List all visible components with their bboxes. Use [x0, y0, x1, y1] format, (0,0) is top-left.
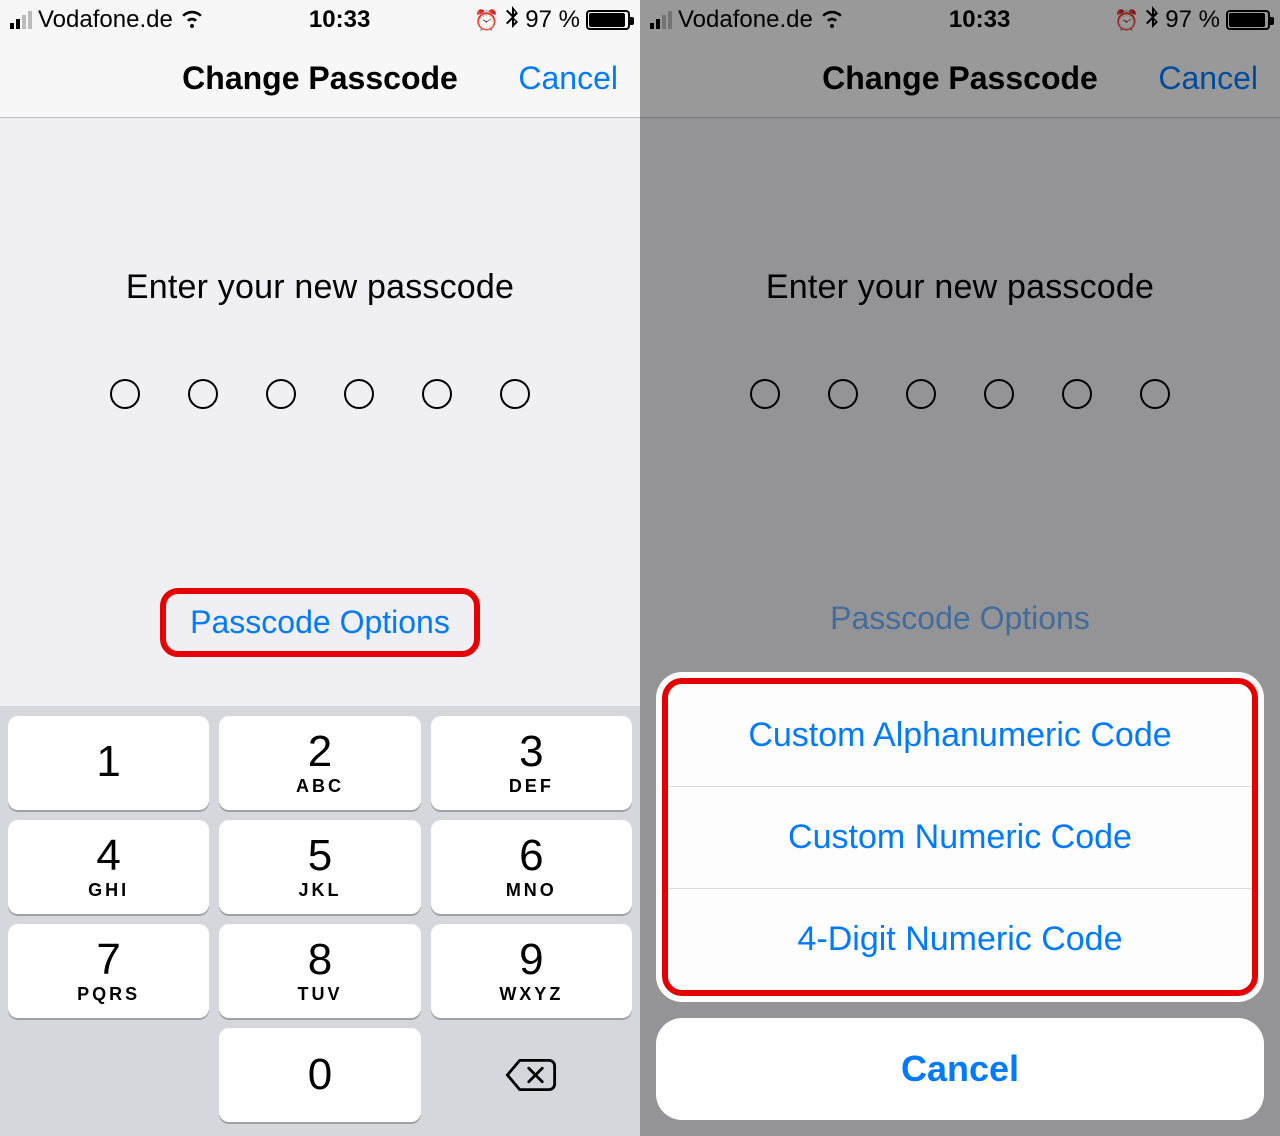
key-0[interactable]: 0	[219, 1028, 420, 1122]
passcode-dot	[344, 379, 374, 409]
battery-icon	[1226, 10, 1270, 30]
nav-header: Change Passcode Cancel	[640, 40, 1280, 118]
clock: 10:33	[309, 6, 370, 34]
page-title: Change Passcode	[182, 60, 458, 97]
battery-pct: 97 %	[525, 6, 580, 34]
key-5[interactable]: 5JKL	[219, 820, 420, 914]
signal-icon	[650, 11, 672, 29]
passcode-dots	[640, 379, 1280, 409]
key-6[interactable]: 6MNO	[431, 820, 632, 914]
sheet-option-4digit[interactable]: 4-Digit Numeric Code	[668, 888, 1252, 990]
passcode-dot	[266, 379, 296, 409]
key-4[interactable]: 4GHI	[8, 820, 209, 914]
passcode-dot	[984, 379, 1014, 409]
passcode-dots	[0, 379, 640, 409]
page-title: Change Passcode	[822, 60, 1098, 97]
alarm-icon: ⏰	[1114, 8, 1139, 33]
passcode-dot	[1062, 379, 1092, 409]
prompt-area: Enter your new passcode	[0, 118, 640, 409]
clock: 10:33	[949, 6, 1010, 34]
action-sheet: Custom Alphanumeric Code Custom Numeric …	[656, 672, 1264, 1120]
screen-right: Vodafone.de 10:33 ⏰ 97 % Change Passcode…	[640, 0, 1280, 1136]
cancel-button[interactable]: Cancel	[518, 60, 618, 97]
passcode-dot	[906, 379, 936, 409]
battery-pct: 97 %	[1165, 6, 1220, 34]
passcode-dot	[188, 379, 218, 409]
nav-header: Change Passcode Cancel	[0, 40, 640, 118]
signal-icon	[10, 11, 32, 29]
passcode-dot	[828, 379, 858, 409]
carrier-label: Vodafone.de	[678, 6, 813, 34]
passcode-dot	[1140, 379, 1170, 409]
passcode-dot	[500, 379, 530, 409]
passcode-dot	[422, 379, 452, 409]
passcode-options-button[interactable]: Passcode Options	[160, 588, 480, 657]
sheet-option-alphanumeric[interactable]: Custom Alphanumeric Code	[668, 684, 1252, 786]
wifi-icon	[179, 4, 205, 37]
prompt-text: Enter your new passcode	[640, 268, 1280, 307]
screen-left: Vodafone.de 10:33 ⏰ 97 % Change Passcode…	[0, 0, 640, 1136]
bluetooth-icon	[505, 6, 519, 34]
backspace-button[interactable]	[431, 1028, 632, 1122]
key-2[interactable]: 2ABC	[219, 716, 420, 810]
prompt-area: Enter your new passcode	[640, 118, 1280, 409]
key-8[interactable]: 8TUV	[219, 924, 420, 1018]
key-3[interactable]: 3DEF	[431, 716, 632, 810]
sheet-option-numeric[interactable]: Custom Numeric Code	[668, 786, 1252, 888]
status-bar: Vodafone.de 10:33 ⏰ 97 %	[640, 0, 1280, 40]
key-7[interactable]: 7PQRS	[8, 924, 209, 1018]
passcode-dot	[110, 379, 140, 409]
prompt-text: Enter your new passcode	[0, 268, 640, 307]
numeric-keypad: 1 2ABC 3DEF 4GHI 5JKL 6MNO 7PQRS 8TUV 9W…	[0, 706, 640, 1136]
cancel-button[interactable]: Cancel	[1158, 60, 1258, 97]
wifi-icon	[819, 4, 845, 37]
key-blank	[8, 1028, 209, 1122]
key-9[interactable]: 9WXYZ	[431, 924, 632, 1018]
backspace-icon	[504, 1055, 558, 1095]
bluetooth-icon	[1145, 6, 1159, 34]
passcode-options-button[interactable]: Passcode Options	[640, 600, 1280, 637]
battery-icon	[586, 10, 630, 30]
status-bar: Vodafone.de 10:33 ⏰ 97 %	[0, 0, 640, 40]
passcode-dot	[750, 379, 780, 409]
sheet-cancel-button[interactable]: Cancel	[656, 1018, 1264, 1120]
carrier-label: Vodafone.de	[38, 6, 173, 34]
key-1[interactable]: 1	[8, 716, 209, 810]
alarm-icon: ⏰	[474, 8, 499, 33]
